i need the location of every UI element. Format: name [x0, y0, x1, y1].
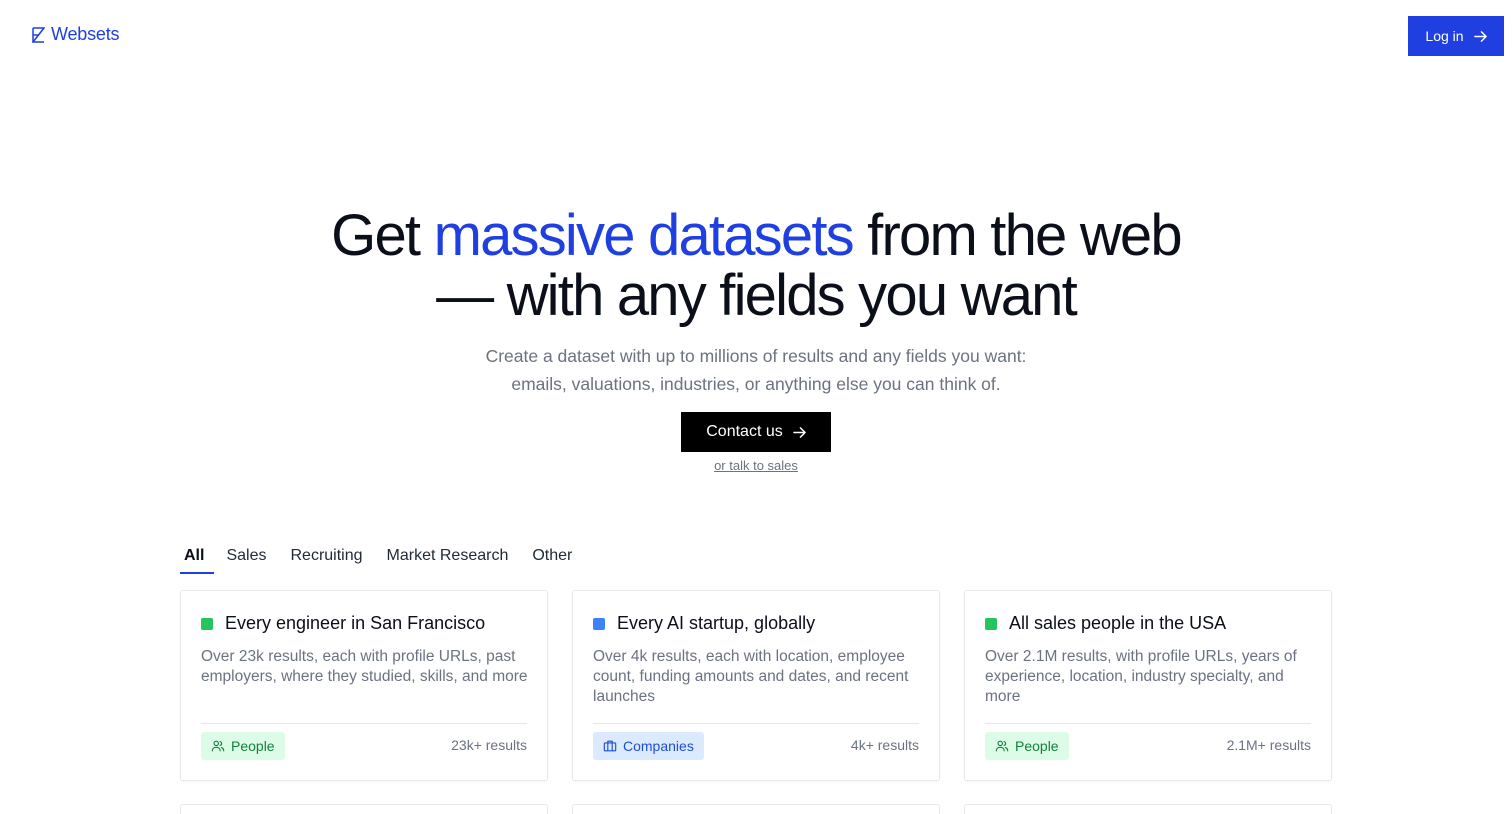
arrow-right-icon — [1473, 30, 1487, 42]
example-card[interactable] — [964, 804, 1332, 814]
result-count: 4k+ results — [850, 737, 919, 753]
card-description: Over 4k results, each with location, emp… — [593, 648, 909, 705]
hero-line1-prefix: Get — [331, 203, 434, 268]
badge-label: Companies — [623, 738, 694, 754]
hero-subtitle: Create a dataset with up to millions of … — [0, 342, 1512, 398]
category-badge: Companies — [593, 732, 704, 760]
card-title: All sales people in the USA — [1009, 613, 1227, 633]
sales-link-row: or talk to sales — [0, 458, 1512, 473]
people-icon — [211, 740, 225, 752]
card-title: Every AI startup, globally — [617, 613, 816, 633]
example-card[interactable]: Every AI startup, globally Over 4k resul… — [572, 590, 940, 781]
tab-sales[interactable]: Sales — [214, 544, 278, 574]
briefcase-icon — [603, 740, 617, 752]
result-count: 23k+ results — [451, 737, 527, 753]
tab-all[interactable]: All — [180, 544, 215, 574]
card-divider — [985, 723, 1311, 724]
contact-us-button[interactable]: Contact us — [681, 412, 831, 452]
category-color-square — [201, 617, 213, 630]
exa-logo-icon — [32, 26, 45, 43]
category-tabs: All Sales Recruiting Market Research Oth… — [180, 544, 584, 574]
websets-logo[interactable]: Websets — [32, 24, 120, 45]
badge-label: People — [1015, 738, 1059, 754]
hero-line2: — with any fields you want — [436, 263, 1078, 328]
card-divider — [593, 723, 919, 724]
card-description: Over 23k results, each with profile URLs… — [201, 648, 528, 685]
category-badge: People — [201, 732, 285, 760]
example-card[interactable] — [180, 804, 548, 814]
contact-us-label: Contact us — [706, 423, 783, 440]
logo-text: Websets — [51, 24, 120, 44]
hero-heading: Get massive datasets from the web — with… — [0, 206, 1512, 326]
login-label: Log in — [1425, 28, 1464, 44]
talk-to-sales-link[interactable]: or talk to sales — [714, 458, 798, 473]
hero-accent: massive datasets — [433, 203, 855, 268]
hero-line1-suffix: from the web — [852, 203, 1182, 268]
arrow-right-icon — [792, 426, 806, 438]
example-card[interactable] — [572, 804, 940, 814]
subtitle-line-2: emails, valuations, industries, or anyth… — [511, 374, 1001, 394]
tab-other[interactable]: Other — [520, 544, 584, 574]
category-color-square — [985, 617, 997, 630]
card-title: Every engineer in San Francisco — [225, 613, 486, 633]
card-divider — [201, 723, 527, 724]
tab-recruiting[interactable]: Recruiting — [278, 544, 374, 574]
category-badge: People — [985, 732, 1069, 760]
login-button[interactable]: Log in — [1408, 16, 1504, 56]
subtitle-line-1: Create a dataset with up to millions of … — [485, 346, 1027, 366]
people-icon — [995, 740, 1009, 752]
card-description: Over 2.1M results, with profile URLs, ye… — [985, 648, 1297, 705]
example-card[interactable]: Every engineer in San Francisco Over 23k… — [180, 590, 548, 781]
tab-market-research[interactable]: Market Research — [375, 544, 521, 574]
badge-label: People — [231, 738, 275, 754]
category-color-square — [593, 617, 605, 630]
result-count: 2.1M+ results — [1226, 737, 1311, 753]
example-card[interactable]: All sales people in the USA Over 2.1M re… — [964, 590, 1332, 781]
